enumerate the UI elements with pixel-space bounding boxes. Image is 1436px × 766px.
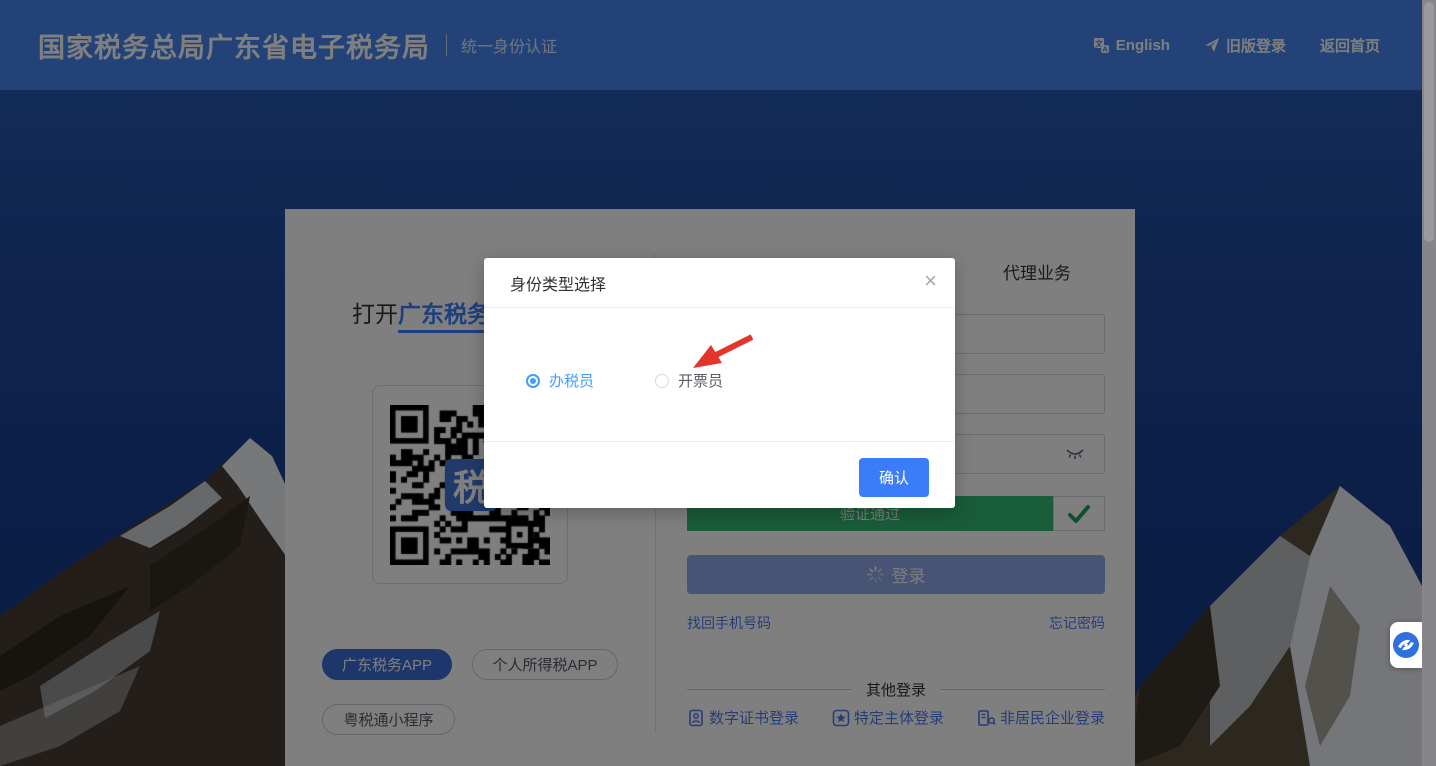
radio-selected-icon [526, 374, 540, 388]
modal-title: 身份类型选择 [510, 271, 606, 295]
radio-tax-clerk-label: 办税员 [549, 370, 594, 391]
modal-footer-divider [484, 441, 955, 442]
brand-swirl-icon [1392, 631, 1420, 659]
page-scrollbar[interactable] [1422, 0, 1436, 766]
red-annotation-arrow [684, 330, 762, 376]
floating-assistant-widget[interactable] [1390, 622, 1422, 668]
close-icon[interactable]: × [924, 270, 937, 292]
page: 国家税务总局广东省电子税务局 统一身份认证 文 A English 旧版登录 [0, 0, 1436, 766]
confirm-button[interactable]: 确认 [859, 458, 929, 497]
modal-header: 身份类型选择 × [484, 258, 955, 308]
radio-tax-clerk[interactable]: 办税员 [526, 370, 594, 391]
scrollbar-thumb[interactable] [1424, 2, 1434, 242]
identity-type-modal: 身份类型选择 × 办税员 开票员 确认 [484, 258, 955, 508]
radio-unselected-icon [655, 374, 669, 388]
